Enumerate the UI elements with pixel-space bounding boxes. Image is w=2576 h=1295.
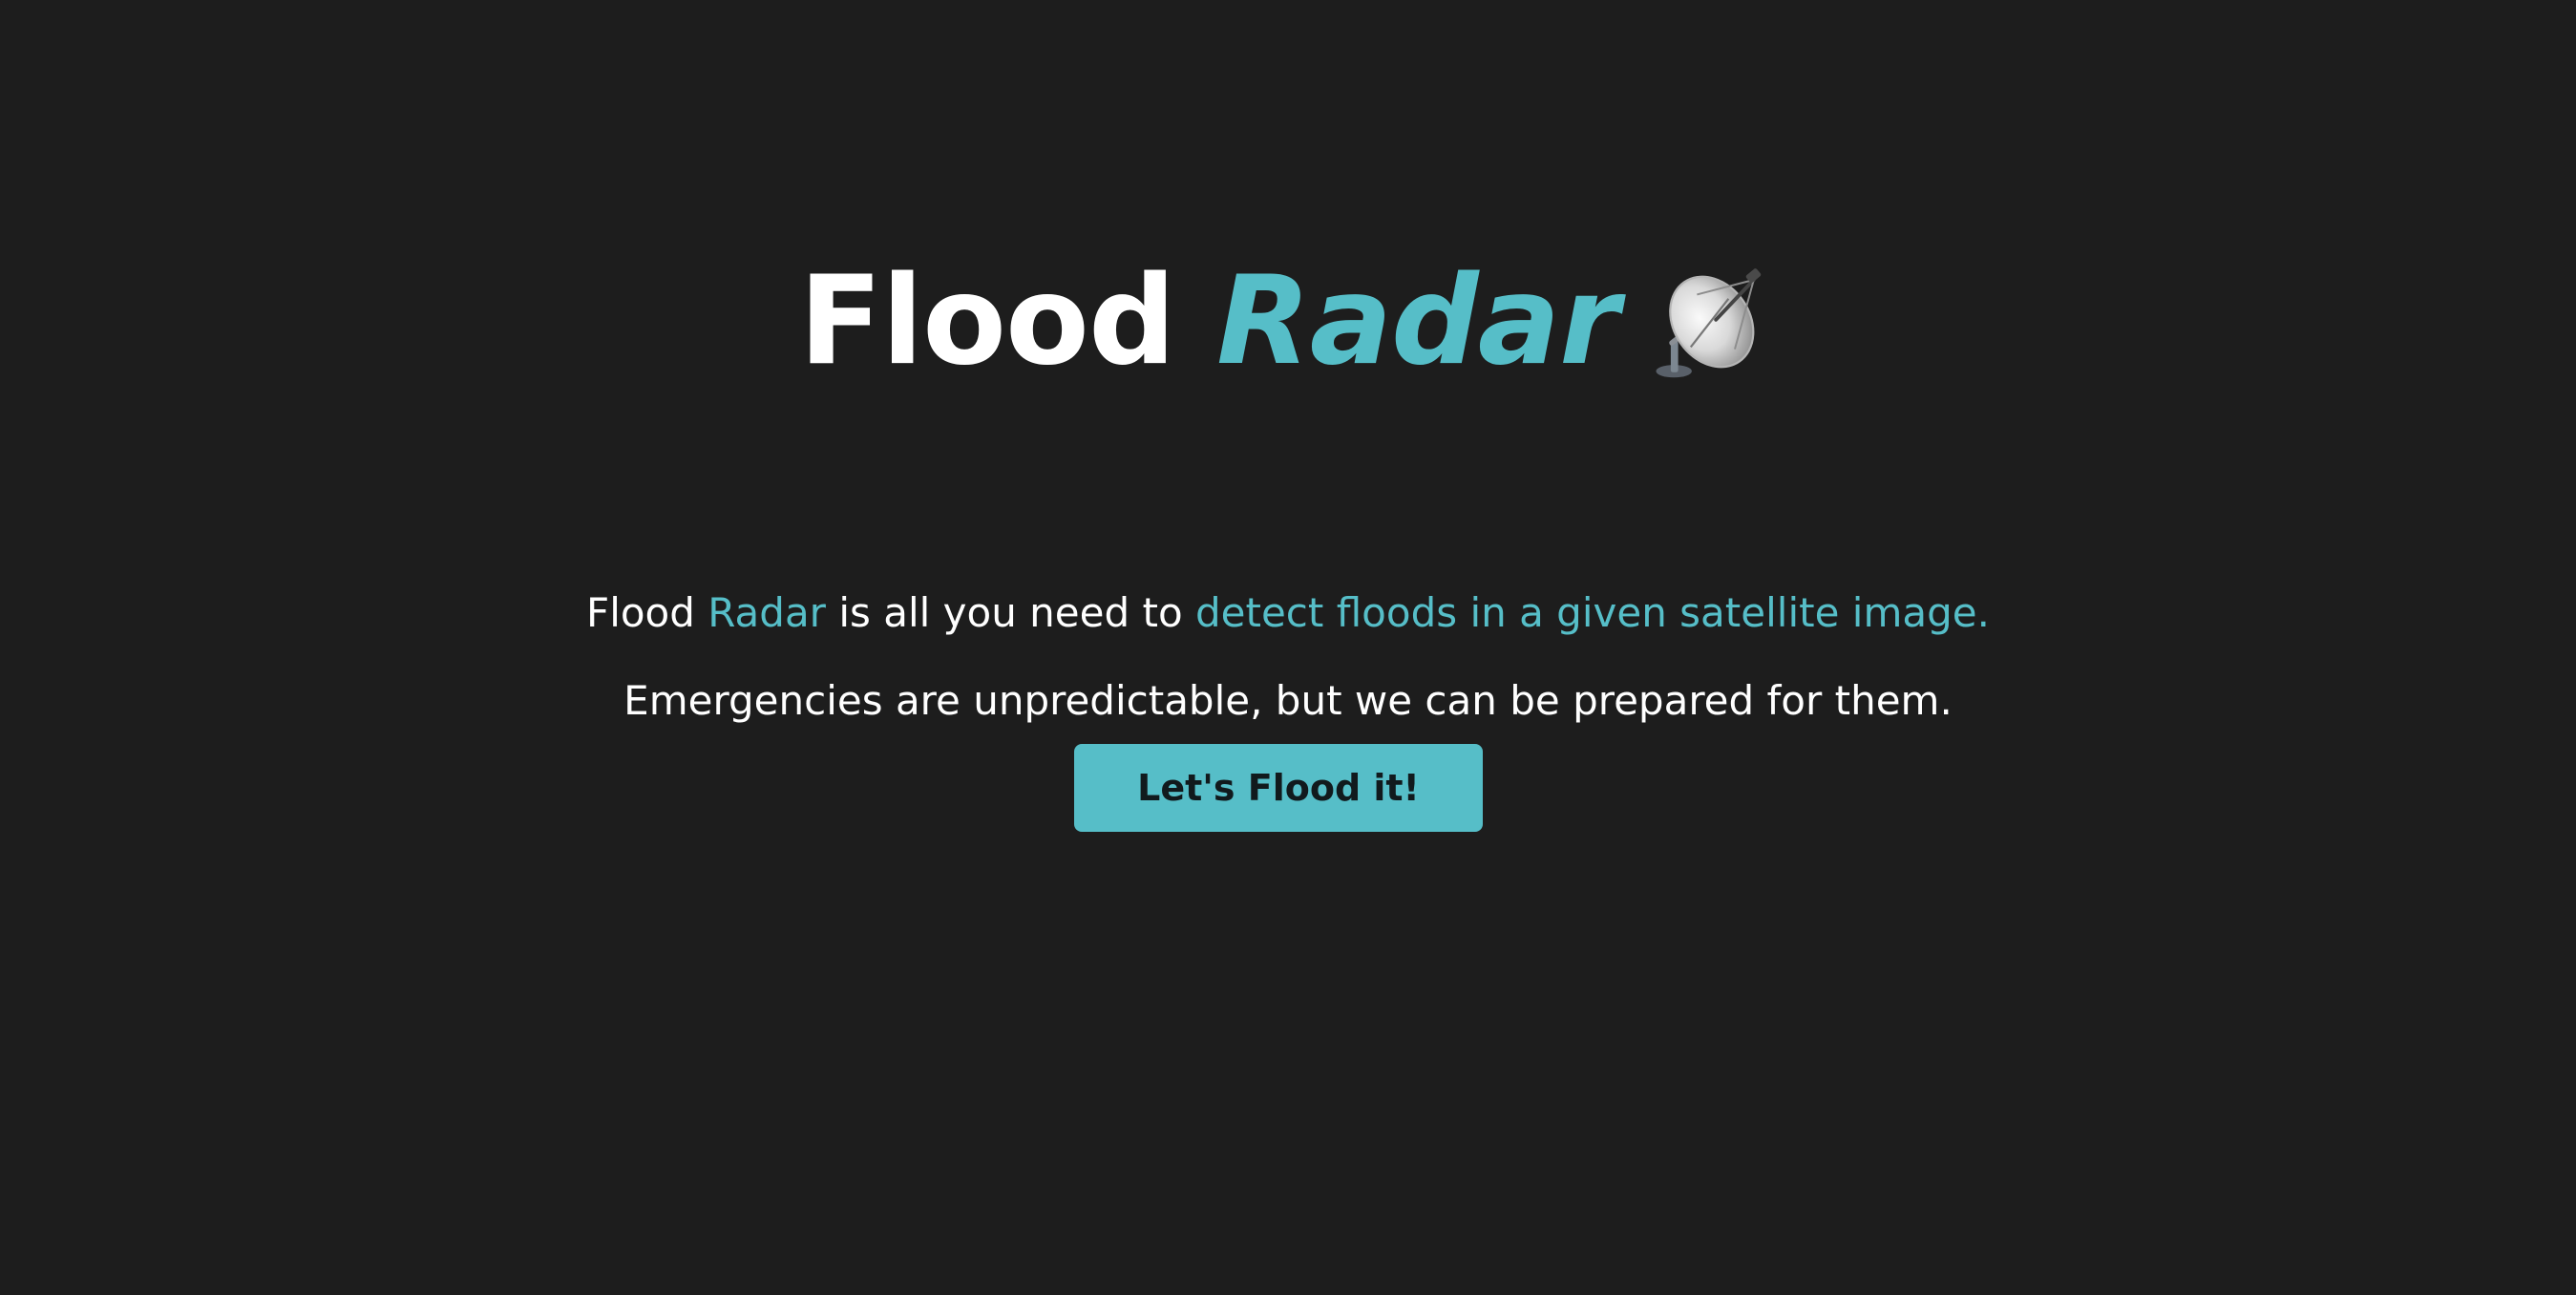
title-word-flood: Flood (798, 250, 1176, 393)
intro-line-2: Emergencies are unpredictable, but we ca… (623, 677, 1953, 724)
title-word-radar: Radar (1216, 250, 1619, 393)
title-row: Flood Radar (0, 250, 2576, 393)
intro-phrase: is all you need to (838, 589, 1183, 636)
intro-word-flood: Flood (586, 589, 695, 636)
hero-section: Flood Radar Flood Radar is all you need … (0, 0, 2576, 1295)
lets-flood-button[interactable]: Let's Flood it! (1074, 744, 1483, 832)
intro-line-1: Flood Radar is all you need to detect fl… (0, 584, 2576, 642)
satellite-dish-icon (1656, 268, 1762, 378)
intro-word-radar: Radar (707, 589, 826, 636)
intro-highlight: detect floods in a given satellite image… (1195, 589, 1990, 636)
page-title: Flood Radar (798, 250, 1619, 393)
